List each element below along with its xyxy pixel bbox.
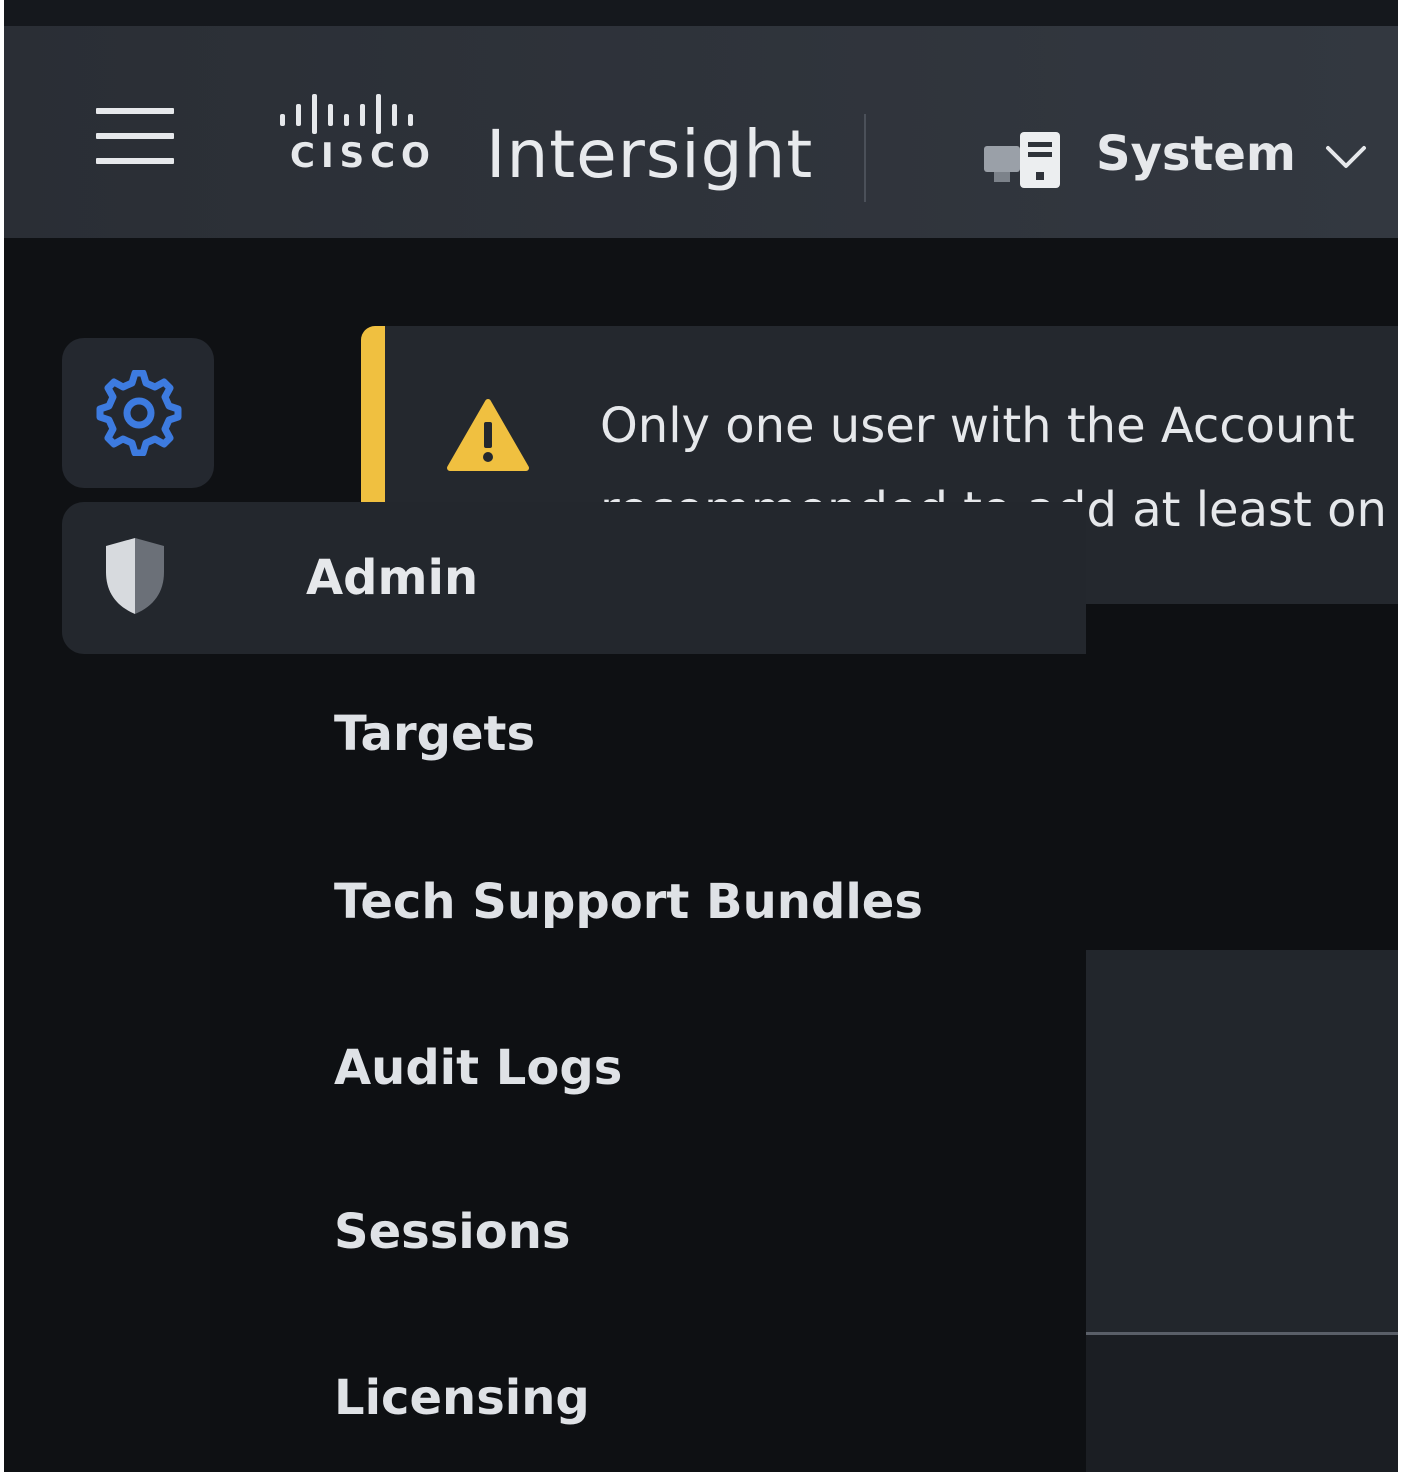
- menu-item-sessions[interactable]: Sessions: [334, 1208, 570, 1256]
- app-title: Intersight: [486, 116, 814, 193]
- cisco-logo: CISCO: [276, 92, 430, 176]
- sidebar-item-admin-label: Admin: [306, 550, 479, 606]
- system-icon[interactable]: [982, 130, 1062, 190]
- warning-icon: [447, 399, 529, 471]
- scope-selector-label[interactable]: System: [1096, 130, 1296, 178]
- content-card: [1086, 950, 1398, 1334]
- top-header: CISCO Intersight System: [4, 26, 1398, 238]
- content-area-bottom: [1086, 1335, 1398, 1472]
- cisco-bars-icon: [280, 94, 413, 134]
- app-window: CISCO Intersight System Only one user wi…: [4, 0, 1398, 1472]
- sidebar-item-settings[interactable]: [62, 338, 214, 488]
- sidebar-item-admin[interactable]: Admin: [62, 502, 1086, 654]
- shield-icon: [106, 538, 164, 614]
- menu-item-tech-support-bundles[interactable]: Tech Support Bundles: [334, 878, 923, 926]
- chevron-down-icon[interactable]: [1324, 142, 1368, 172]
- menu-item-licensing[interactable]: Licensing: [334, 1374, 590, 1422]
- hamburger-menu-icon[interactable]: [96, 108, 174, 164]
- window-top-strip: [4, 0, 1398, 28]
- cisco-wordmark: CISCO: [290, 136, 436, 176]
- menu-item-targets[interactable]: Targets: [334, 710, 535, 758]
- banner-message-line-1: Only one user with the Account: [600, 398, 1355, 454]
- header-divider: [864, 114, 866, 202]
- content-area-dark: [1086, 604, 1398, 950]
- gear-icon: [96, 370, 182, 456]
- menu-item-audit-logs[interactable]: Audit Logs: [334, 1044, 622, 1092]
